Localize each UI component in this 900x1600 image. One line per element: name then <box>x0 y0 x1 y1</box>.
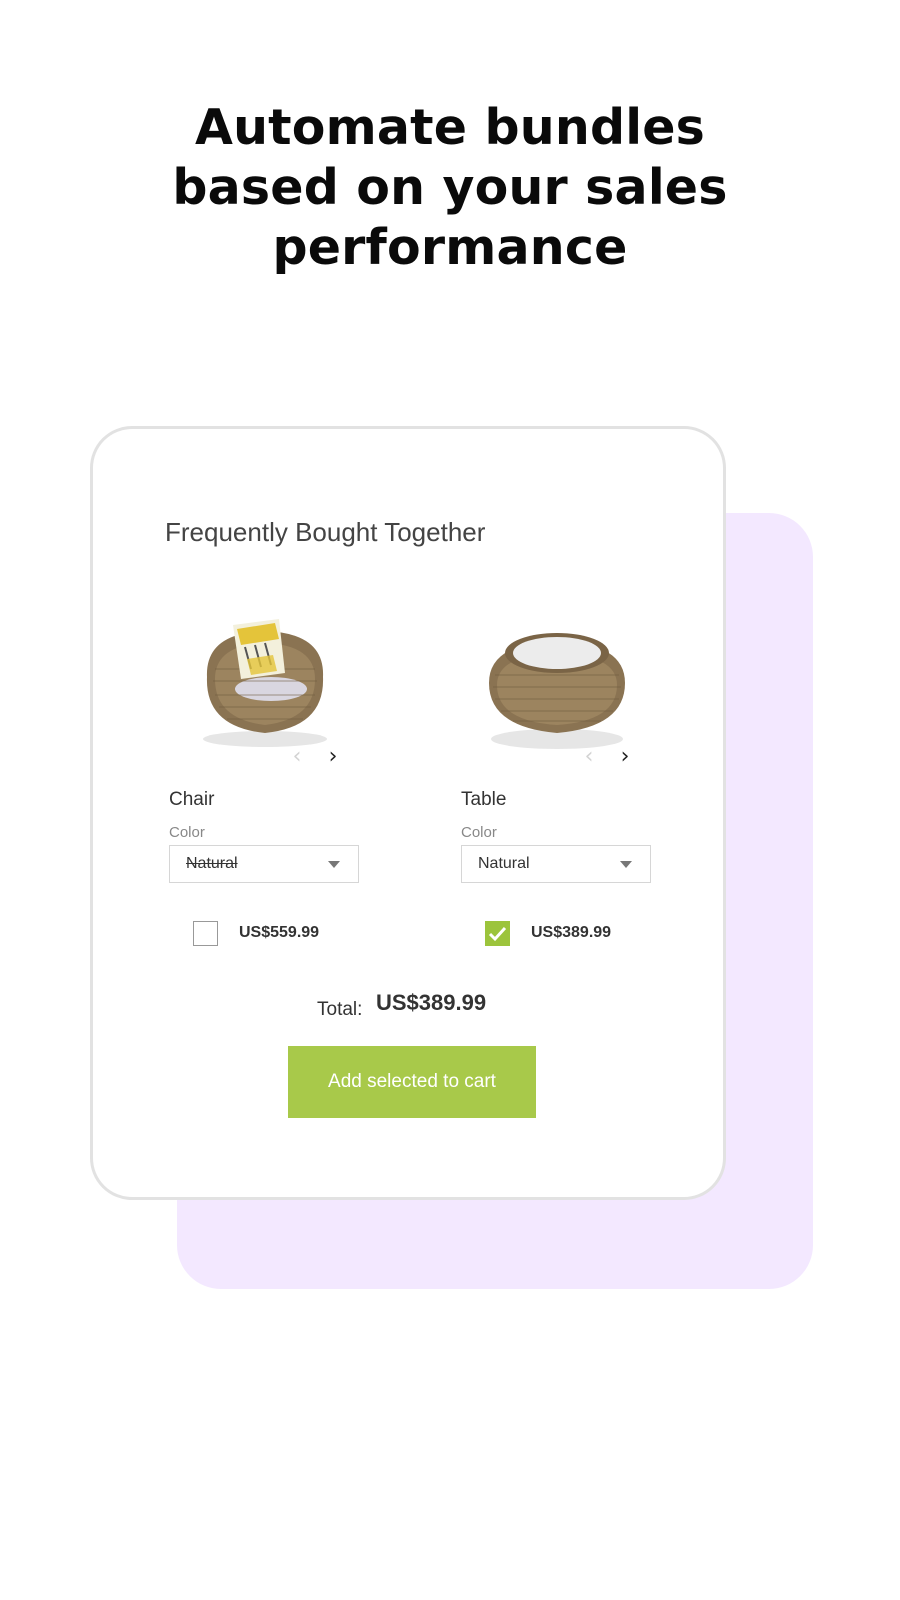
headline-line-3: performance <box>272 219 628 276</box>
color-select-value: Natural <box>478 855 530 872</box>
wicker-chair-image <box>185 599 345 759</box>
product-price: US$389.99 <box>531 924 612 941</box>
checkmark-icon <box>488 926 507 942</box>
headline-line-1: Automate bundles <box>194 99 706 156</box>
carousel-prev-arrow-icon[interactable]: ‹ <box>577 745 601 769</box>
product-name: Chair <box>169 789 215 810</box>
add-selected-to-cart-button[interactable]: Add selected to cart <box>288 1046 536 1118</box>
color-label: Color <box>461 824 497 841</box>
carousel-next-arrow-icon[interactable]: › <box>321 745 345 769</box>
product-chair: ‹ › Chair Color Natural US$559.99 <box>165 599 425 999</box>
carousel-prev-arrow-icon[interactable]: ‹ <box>285 745 309 769</box>
color-label: Color <box>169 824 205 841</box>
total-label: Total: <box>317 999 363 1020</box>
frequently-bought-together-card: Frequently Bought Together ‹ › Chair Col… <box>90 426 726 1200</box>
carousel-next-arrow-icon[interactable]: › <box>613 745 637 769</box>
product-table: ‹ › Table Color Natural US$389.99 <box>457 599 717 999</box>
product-checkbox[interactable] <box>485 921 510 946</box>
wicker-table-image <box>477 599 637 759</box>
product-price: US$559.99 <box>239 924 320 941</box>
product-name: Table <box>461 789 507 810</box>
chevron-down-icon <box>620 861 632 868</box>
color-select-dropdown[interactable]: Natural <box>169 845 359 883</box>
chevron-down-icon <box>328 861 340 868</box>
product-checkbox[interactable] <box>193 921 218 946</box>
widget-title: Frequently Bought Together <box>165 517 486 547</box>
color-select-dropdown[interactable]: Natural <box>461 845 651 883</box>
headline: Automate bundles based on your sales per… <box>0 98 900 278</box>
color-select-value: Natural <box>186 855 238 872</box>
total-value: US$389.99 <box>376 990 487 1015</box>
headline-line-2: based on your sales <box>172 159 728 216</box>
